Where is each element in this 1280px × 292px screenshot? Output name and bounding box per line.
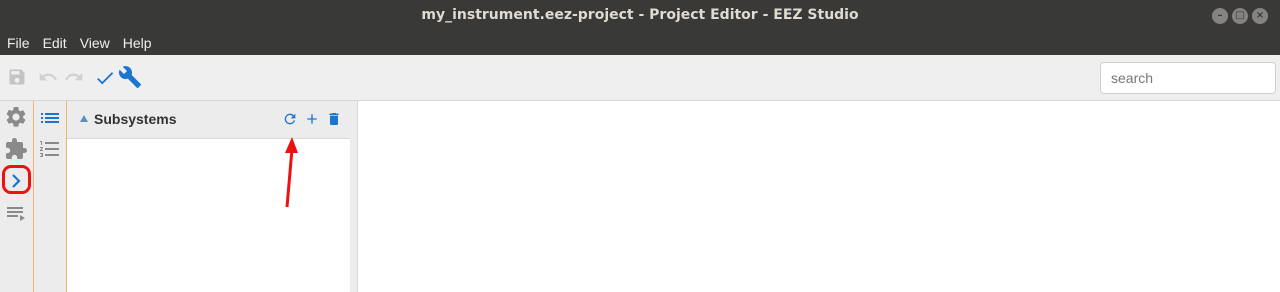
minimize-button[interactable]: – [1212, 8, 1228, 24]
undo-icon[interactable] [36, 67, 60, 87]
list-icon[interactable] [38, 106, 62, 130]
secondary-rail [33, 101, 67, 292]
panel-title: Subsystems [94, 111, 177, 127]
main-editor-area [358, 101, 1280, 292]
redo-icon[interactable] [62, 67, 86, 87]
menu-edit[interactable]: Edit [37, 35, 73, 51]
left-rail [0, 101, 34, 292]
gear-icon[interactable] [4, 105, 28, 129]
refresh-icon[interactable] [282, 111, 298, 127]
menu-help[interactable]: Help [117, 35, 158, 51]
window-controls: – □ × [1212, 8, 1268, 24]
delete-icon[interactable] [326, 111, 342, 127]
save-icon[interactable] [7, 67, 27, 87]
panel-splitter[interactable] [350, 101, 358, 292]
subsystems-panel: Subsystems [67, 101, 351, 292]
annotation-arrow [285, 137, 298, 208]
toolbar [0, 55, 1280, 101]
wrench-icon[interactable] [118, 65, 142, 89]
search-input[interactable] [1100, 62, 1276, 94]
puzzle-icon[interactable] [4, 137, 28, 161]
panel-actions [282, 111, 342, 127]
panel-header: Subsystems [67, 101, 350, 139]
window-titlebar: my_instrument.eez-project - Project Edit… [0, 0, 1280, 31]
menu-bar: File Edit View Help [0, 31, 1280, 55]
maximize-button[interactable]: □ [1232, 8, 1248, 24]
close-button[interactable]: × [1252, 8, 1268, 24]
numbered-list-icon[interactable] [38, 137, 62, 161]
collapse-triangle-icon[interactable] [80, 115, 88, 122]
menu-view[interactable]: View [74, 35, 116, 51]
window-title: my_instrument.eez-project - Project Edit… [421, 7, 859, 23]
check-icon[interactable] [94, 67, 116, 89]
highlight-circle [2, 165, 31, 194]
playlist-icon[interactable] [4, 201, 28, 225]
add-icon[interactable] [304, 111, 320, 127]
menu-file[interactable]: File [1, 35, 36, 51]
